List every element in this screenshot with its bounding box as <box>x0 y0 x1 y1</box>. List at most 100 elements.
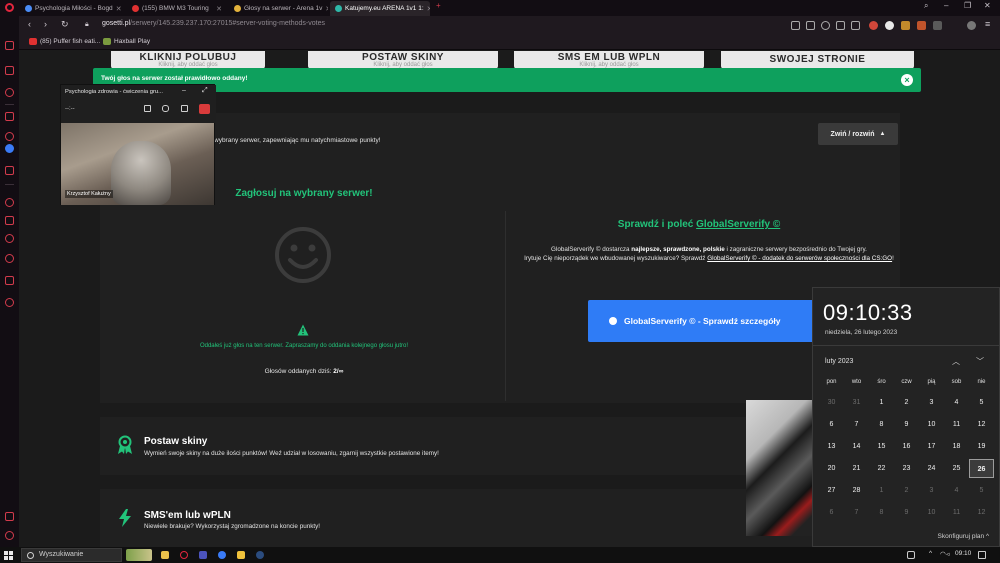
snapshot-icon[interactable] <box>806 21 815 30</box>
calendar-day[interactable]: 28 <box>844 481 869 500</box>
file-explorer-icon[interactable] <box>161 551 169 559</box>
url-field[interactable]: gosetti.pl/serwery/145.239.237.170:27015… <box>102 20 802 27</box>
calendar-day[interactable]: 5 <box>969 393 994 412</box>
chevron-down-icon[interactable]: ﹀ <box>976 356 984 367</box>
settings-gear-icon[interactable] <box>5 298 14 307</box>
calendar-day[interactable]: 1 <box>869 481 894 500</box>
wifi-icon[interactable]: ◠ <box>940 550 946 558</box>
tab-close-icon[interactable]: ✕ <box>325 5 328 13</box>
bag-icon[interactable] <box>5 66 14 75</box>
reload-icon[interactable]: ↻ <box>61 19 69 30</box>
minimize-icon[interactable]: – <box>944 1 948 10</box>
vote-card-website[interactable]: SWOJEJ STRONIE <box>721 51 914 69</box>
tiktok-icon[interactable] <box>5 132 14 141</box>
lock-icon[interactable]: 🔒︎ <box>85 21 89 29</box>
heart-icon[interactable] <box>5 234 14 243</box>
calendar-day[interactable]: 1 <box>869 393 894 412</box>
calendar-day[interactable]: 11 <box>944 415 969 434</box>
calendar-day[interactable]: 6 <box>819 415 844 434</box>
taskbar-clock[interactable]: 09:10 <box>955 550 971 557</box>
pinboard-icon[interactable] <box>5 216 14 225</box>
calendar-day[interactable]: 26 <box>969 459 994 478</box>
search-tabs-icon[interactable]: ⌕ <box>924 1 928 11</box>
browser-tab[interactable]: Głosy na serwer - Arena 1v✕ <box>229 1 328 16</box>
calendar-month[interactable]: luty 2023 <box>825 358 853 365</box>
shield-icon[interactable] <box>851 21 860 30</box>
clock-date[interactable]: niedziela, 26 lutego 2023 <box>825 329 897 336</box>
browser-tab[interactable]: (155) BMW M3 Touring ✕ <box>127 1 227 16</box>
calendar-day[interactable]: 15 <box>869 437 894 456</box>
calendar-day[interactable]: 31 <box>844 393 869 412</box>
account-icon[interactable] <box>885 21 894 30</box>
video-call-window[interactable]: Psychologia zdrowia - ćwiczenia gru... –… <box>60 84 216 205</box>
globalserverify-details-button[interactable]: GlobalServerify © - Sprawdź szczegóły <box>588 300 818 342</box>
share-screen-icon[interactable] <box>181 105 188 112</box>
vote-card-sms[interactable]: SMS EM LUB WPLN Kliknij, aby oddać głos <box>514 51 704 69</box>
adblock-icon[interactable] <box>869 21 878 30</box>
camera-icon[interactable] <box>791 21 800 30</box>
calendar-day[interactable]: 8 <box>869 415 894 434</box>
calendar-day[interactable]: 24 <box>919 459 944 478</box>
calendar-day[interactable]: 4 <box>944 481 969 500</box>
calendar-day[interactable]: 14 <box>844 437 869 456</box>
restore-icon[interactable]: ❐ <box>964 1 971 10</box>
more-icon[interactable] <box>5 531 14 540</box>
gs-title-link[interactable]: GlobalServerify © <box>696 219 780 230</box>
calendar-day[interactable]: 12 <box>969 503 994 522</box>
speed-dial-icon[interactable] <box>5 41 14 50</box>
bookmark-star-icon[interactable] <box>901 21 910 30</box>
twitch-icon[interactable] <box>5 88 14 97</box>
menu-icon[interactable]: ≡ <box>985 19 990 29</box>
mic-mute-icon[interactable] <box>162 105 169 112</box>
taskbar-search[interactable]: Wyszukiwanie <box>21 548 122 562</box>
calendar-day[interactable]: 16 <box>894 437 919 456</box>
browser-tab[interactable]: Psychologia Miłości - Bogd ✕ <box>20 1 124 16</box>
widgets-icon[interactable] <box>126 549 152 561</box>
calendar-day[interactable]: 3 <box>919 393 944 412</box>
opera-logo-icon[interactable] <box>5 3 14 12</box>
bookmark-haxball[interactable]: Haxball Play <box>103 38 150 45</box>
calendar-day[interactable]: 2 <box>894 481 919 500</box>
toast-close-icon[interactable]: × <box>901 74 913 86</box>
gallery-icon[interactable] <box>5 512 14 521</box>
windows-start-icon[interactable] <box>4 551 13 560</box>
calendar-day[interactable]: 18 <box>944 437 969 456</box>
calendar-day[interactable]: 7 <box>844 503 869 522</box>
tray-chevron-icon[interactable]: ^ <box>929 550 932 557</box>
hang-up-icon[interactable] <box>199 104 210 114</box>
tab-close-icon[interactable]: ✕ <box>427 5 430 13</box>
keyboard-icon[interactable] <box>907 551 915 559</box>
app-icon[interactable] <box>237 551 245 559</box>
instagram-icon[interactable] <box>5 166 14 175</box>
browser-tab[interactable]: Katujemy.eu ARENA 1v1 1: ✕ <box>330 1 430 16</box>
camera-toggle-icon[interactable] <box>144 105 151 112</box>
calendar-day[interactable]: 13 <box>819 437 844 456</box>
minimize-call-icon[interactable]: – <box>182 87 186 94</box>
calendar-day[interactable]: 9 <box>894 503 919 522</box>
forward-icon[interactable]: › <box>44 19 47 29</box>
calendar-day[interactable]: 3 <box>919 481 944 500</box>
cube-app-icon[interactable] <box>5 112 14 121</box>
bookmark-puffer[interactable]: (85) Puffer fish eati... <box>29 38 100 45</box>
gs-desc-link[interactable]: GlobalServerify © - dodatek do serwerów … <box>707 255 892 262</box>
back-icon[interactable]: ‹ <box>28 19 31 29</box>
notifications-icon[interactable] <box>978 551 986 559</box>
extensions-box-icon[interactable] <box>5 276 14 285</box>
calendar-day[interactable]: 20 <box>819 459 844 478</box>
opera-taskbar-icon[interactable] <box>180 551 188 559</box>
calendar-day[interactable]: 8 <box>869 503 894 522</box>
calendar-day[interactable]: 22 <box>869 459 894 478</box>
calendar-day[interactable]: 5 <box>969 481 994 500</box>
calendar-day[interactable]: 12 <box>969 415 994 434</box>
download-icon[interactable] <box>933 21 942 30</box>
close-window-icon[interactable]: ✕ <box>984 1 991 10</box>
calendar-day[interactable]: 6 <box>819 503 844 522</box>
extension-icon[interactable] <box>821 21 830 30</box>
expand-call-icon[interactable]: ⤢ <box>202 87 208 95</box>
calendar-day[interactable]: 17 <box>919 437 944 456</box>
calendar-day[interactable]: 7 <box>844 415 869 434</box>
calendar-day[interactable]: 10 <box>919 503 944 522</box>
calendar-day[interactable]: 2 <box>894 393 919 412</box>
player-icon[interactable] <box>5 198 14 207</box>
tab-close-icon[interactable]: ✕ <box>216 5 222 13</box>
